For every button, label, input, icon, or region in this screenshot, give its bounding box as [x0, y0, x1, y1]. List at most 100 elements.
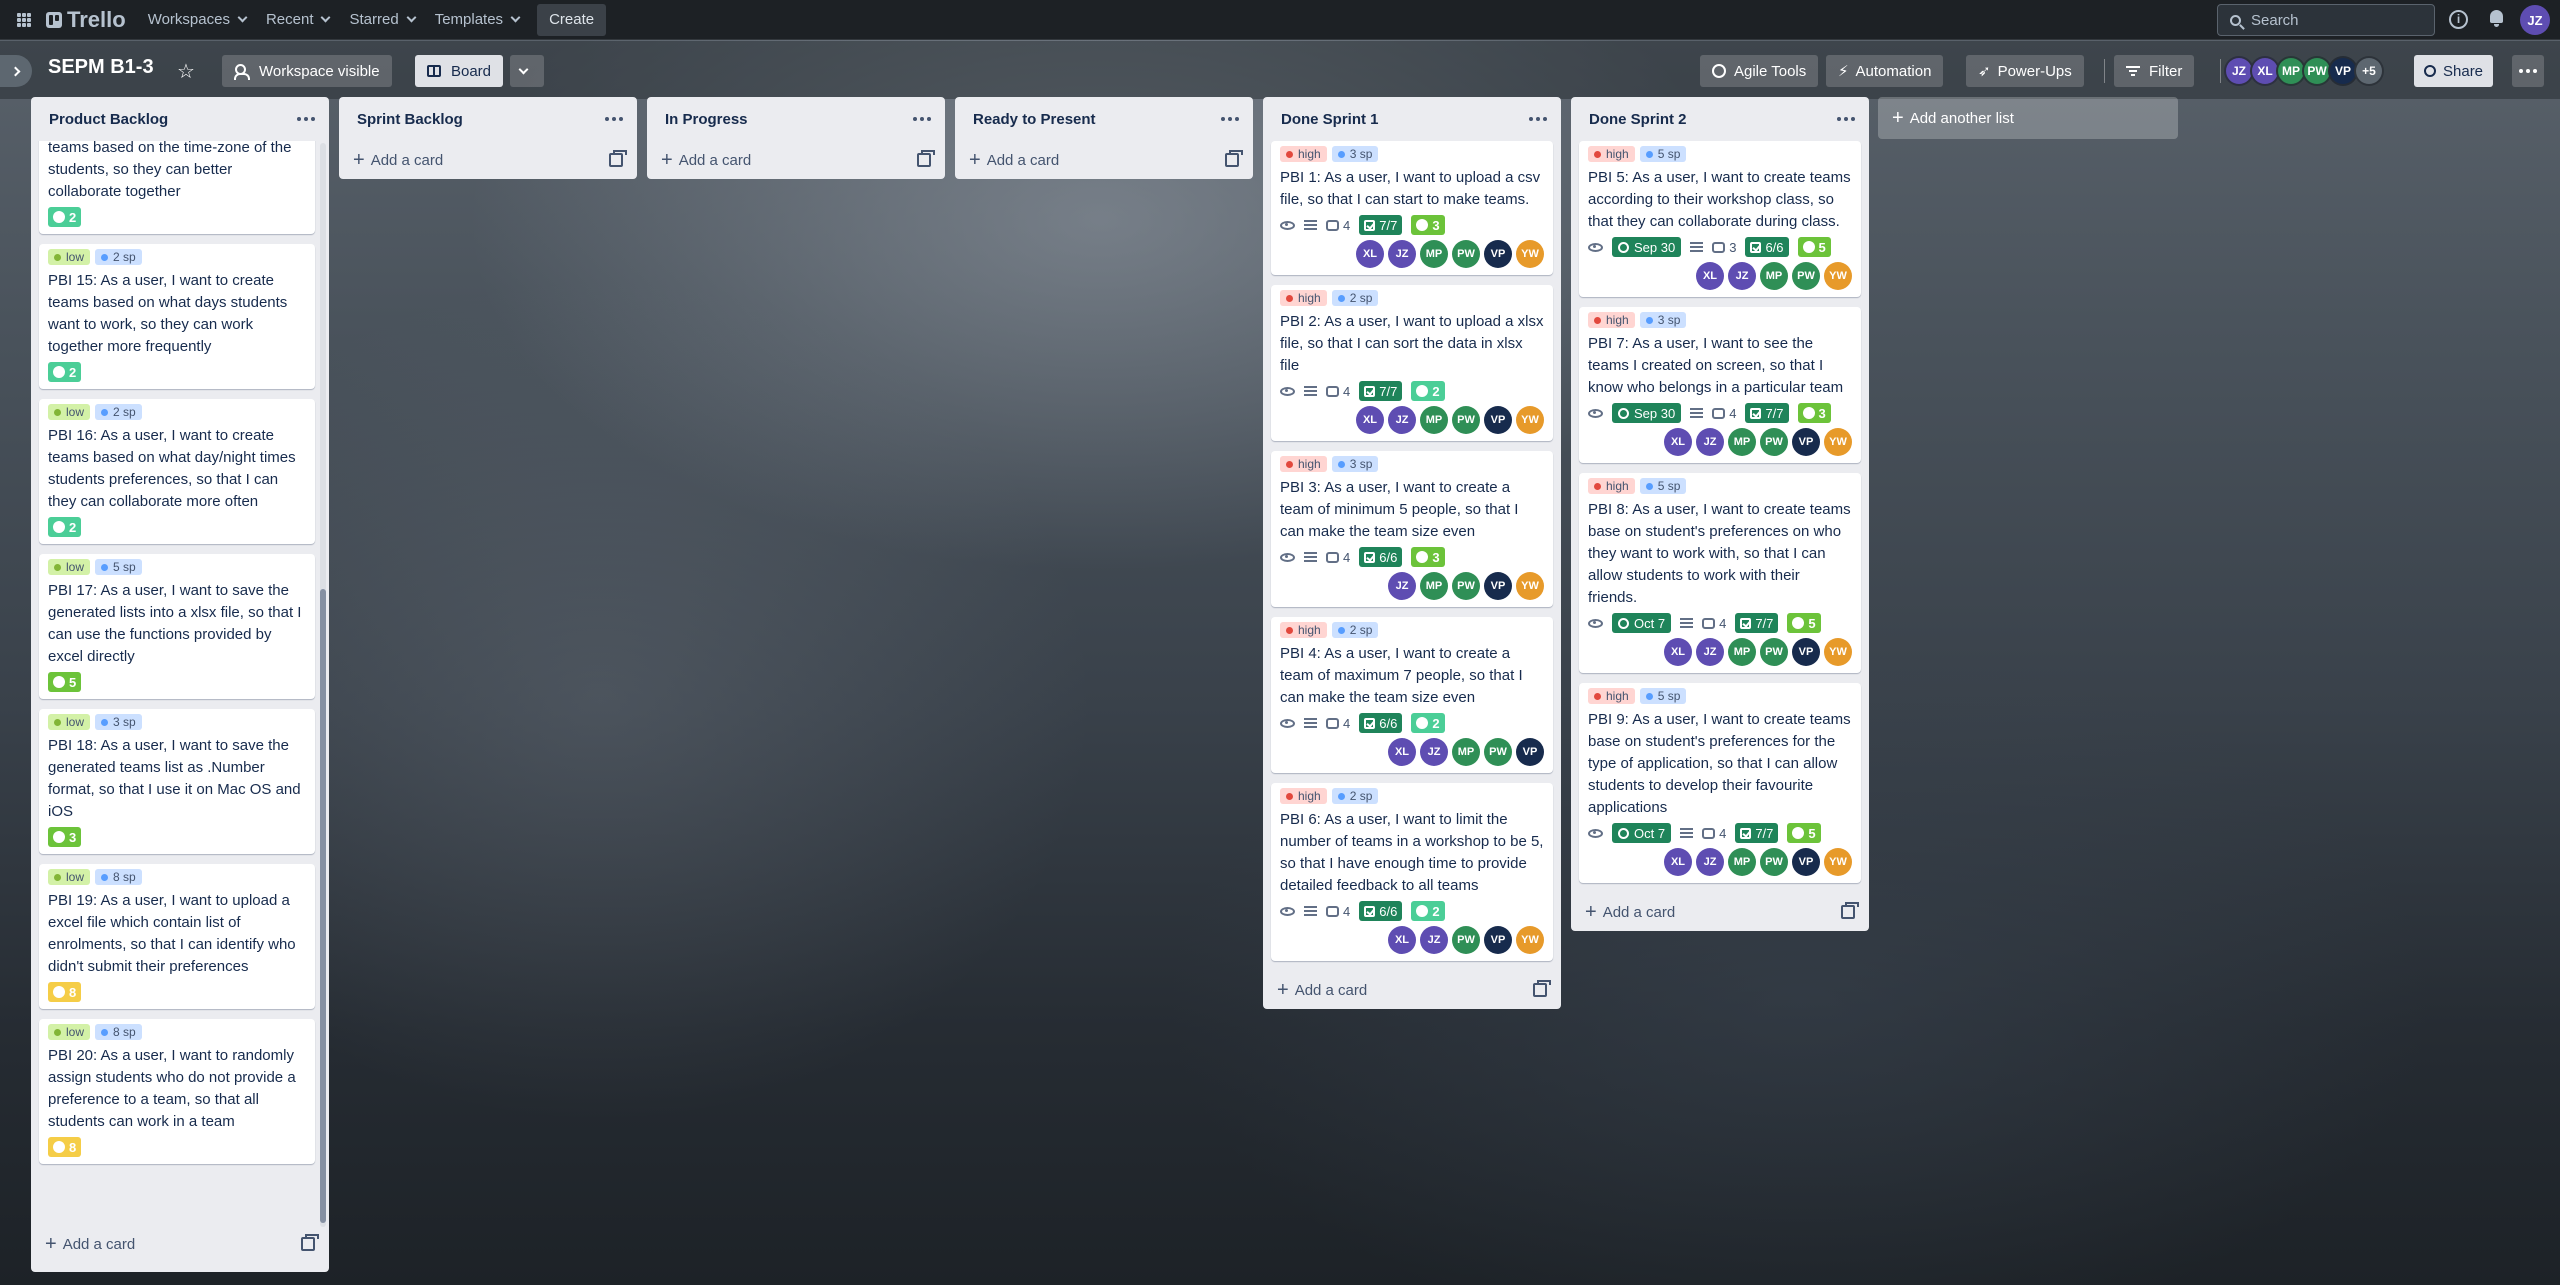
info-icon[interactable]: i [2449, 10, 2468, 29]
app-switcher-icon[interactable] [8, 4, 40, 36]
priority-label[interactable]: high [1280, 146, 1327, 162]
card[interactable]: high 2 sp PBI 6: As a user, I want to limi… [1271, 783, 1553, 961]
add-a-card-button[interactable]: + Add a card [31, 1225, 329, 1263]
member-avatar[interactable]: YW [1824, 262, 1852, 290]
member-avatar[interactable]: MP [1452, 738, 1480, 766]
priority-label[interactable]: high [1280, 456, 1327, 472]
member-avatar[interactable]: XL [1696, 262, 1724, 290]
member-avatar[interactable]: XL [1356, 240, 1384, 268]
member-avatar[interactable]: JZ [1696, 848, 1724, 876]
member-avatar[interactable]: JZ [1420, 926, 1448, 954]
story-points-label[interactable]: 2 sp [1331, 788, 1379, 804]
member-avatar[interactable]: MP [1728, 638, 1756, 666]
story-points-label[interactable]: 5 sp [1639, 146, 1687, 162]
member-avatar[interactable]: XL [1664, 428, 1692, 456]
account-avatar[interactable]: JZ [2520, 5, 2550, 35]
member-avatar[interactable]: PW [1760, 428, 1788, 456]
story-points-label[interactable]: 2 sp [95, 404, 142, 420]
priority-label[interactable]: low [48, 404, 91, 420]
notifications-bell-icon[interactable] [2488, 8, 2505, 28]
list-actions-more-icon[interactable] [605, 117, 623, 121]
card[interactable]: high 3 sp PBI 3: As a user, I want to crea… [1271, 451, 1553, 607]
due-date-badge[interactable]: Oct 7 [1612, 823, 1672, 843]
add-a-card-button[interactable]: + Add a card [1571, 893, 1869, 931]
visibility-button[interactable]: Workspace visible [222, 55, 392, 87]
member-avatar[interactable]: JZ [1696, 428, 1724, 456]
starred-menu[interactable]: Starred [339, 4, 424, 36]
story-points-label[interactable]: 8 sp [95, 869, 142, 885]
member-avatar[interactable]: MP [1728, 428, 1756, 456]
board-view-button[interactable]: Board [415, 55, 503, 87]
list-title[interactable]: Done Sprint 2 [1589, 111, 1687, 128]
list-title[interactable]: In Progress [665, 111, 748, 128]
member-avatar[interactable]: JZ [1696, 638, 1724, 666]
story-points-label[interactable]: 5 sp [95, 559, 142, 575]
list-title[interactable]: Ready to Present [973, 111, 1096, 128]
card[interactable]: high 2 sp PBI 4: As a user, I want to crea… [1271, 617, 1553, 773]
member-avatar[interactable]: XL [1356, 406, 1384, 434]
member-avatar[interactable]: XL [1388, 926, 1416, 954]
member-avatar[interactable]: JZ [1420, 738, 1448, 766]
due-date-badge[interactable]: Oct 7 [1612, 613, 1672, 633]
create-button[interactable]: Create [537, 3, 607, 36]
templates-menu[interactable]: Templates [425, 4, 529, 36]
member-avatar[interactable]: VP [1484, 926, 1512, 954]
card-template-icon[interactable] [1533, 980, 1551, 997]
member-avatar[interactable]: PW [1760, 848, 1788, 876]
board-menu-more-icon[interactable] [2512, 55, 2544, 87]
priority-label[interactable]: high [1280, 290, 1327, 306]
card-template-icon[interactable] [1841, 902, 1859, 919]
card[interactable]: low 5 sp PBI 17: As a user, I want to save… [39, 554, 315, 699]
card-template-icon[interactable] [917, 150, 935, 167]
list-actions-more-icon[interactable] [297, 117, 315, 121]
story-points-label[interactable]: 3 sp [95, 714, 142, 730]
card[interactable]: teams based on the time-zone of the stud… [39, 141, 315, 234]
card[interactable]: high 5 sp PBI 9: As a user, I want to crea… [1579, 683, 1861, 883]
due-date-badge[interactable]: Sep 30 [1612, 237, 1682, 257]
member-avatar[interactable]: PW [1760, 638, 1788, 666]
card[interactable]: high 3 sp PBI 7: As a user, I want to see … [1579, 307, 1861, 463]
share-button[interactable]: Share [2414, 55, 2494, 87]
member-avatar[interactable]: PW [1792, 262, 1820, 290]
card-template-icon[interactable] [609, 150, 627, 167]
member-avatar[interactable]: YW [1824, 428, 1852, 456]
story-points-label[interactable]: 3 sp [1331, 146, 1379, 162]
agile-tools-button[interactable]: Agile Tools [1700, 55, 1819, 87]
member-avatar[interactable]: VP [1484, 406, 1512, 434]
member-avatar[interactable]: VP [1792, 638, 1820, 666]
priority-label[interactable]: high [1280, 788, 1327, 804]
add-another-list-button[interactable]: + Add another list [1878, 97, 2178, 139]
member-avatar[interactable]: VP [1484, 572, 1512, 600]
story-points-label[interactable]: 3 sp [1331, 456, 1379, 472]
priority-label[interactable]: high [1588, 478, 1635, 494]
filter-button[interactable]: Filter [2114, 55, 2195, 87]
member-avatar[interactable]: YW [1516, 406, 1544, 434]
view-switcher-button[interactable] [510, 55, 544, 87]
member-avatar[interactable]: JZ [1388, 572, 1416, 600]
member-avatar[interactable]: VP [1484, 240, 1512, 268]
card[interactable]: low 8 sp PBI 19: As a user, I want to uplo… [39, 864, 315, 1009]
trello-logo[interactable]: Trello [46, 7, 126, 33]
member-avatar[interactable]: YW [1824, 638, 1852, 666]
story-points-label[interactable]: 3 sp [1639, 312, 1687, 328]
card[interactable]: low 3 sp PBI 18: As a user, I want to save… [39, 709, 315, 854]
card[interactable]: high 3 sp PBI 1: As a user, I want to uplo… [1271, 141, 1553, 275]
add-a-card-button[interactable]: + Add a card [955, 141, 1253, 179]
story-points-label[interactable]: 2 sp [95, 249, 142, 265]
member-avatar[interactable]: XL [1664, 638, 1692, 666]
member-avatar[interactable]: PW [1484, 738, 1512, 766]
list-scrollbar[interactable] [320, 143, 326, 1227]
story-points-label[interactable]: 2 sp [1331, 622, 1379, 638]
member-avatar[interactable]: PW [1452, 240, 1480, 268]
member-avatar[interactable]: PW [1452, 572, 1480, 600]
list-title[interactable]: Product Backlog [49, 111, 168, 128]
member-avatar[interactable]: VP [1792, 848, 1820, 876]
story-points-label[interactable]: 5 sp [1639, 478, 1687, 494]
list-actions-more-icon[interactable] [913, 117, 931, 121]
card[interactable]: high 5 sp PBI 5: As a user, I want to crea… [1579, 141, 1861, 297]
priority-label[interactable]: low [48, 869, 91, 885]
member-avatar[interactable]: MP [1760, 262, 1788, 290]
member-avatar[interactable]: VP [1792, 428, 1820, 456]
search-input[interactable]: Search [2217, 4, 2435, 36]
member-avatar[interactable]: JZ [1388, 240, 1416, 268]
